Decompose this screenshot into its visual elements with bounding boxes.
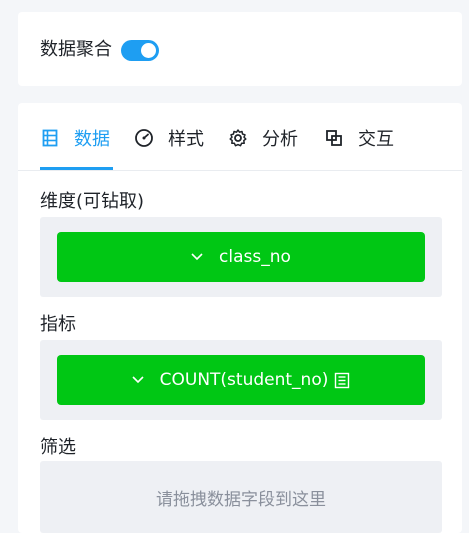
tab-interaction-label: 交互 xyxy=(358,129,394,150)
dimension-dropzone[interactable]: class_no xyxy=(40,217,442,297)
active-tab-indicator xyxy=(40,167,113,170)
dimension-field-name: class_no xyxy=(219,247,291,267)
metric-label: 指标 xyxy=(40,314,76,335)
tab-analysis-label: 分析 xyxy=(262,129,298,150)
aggregation-toggle[interactable] xyxy=(121,40,159,61)
dimension-field-pill[interactable]: class_no xyxy=(57,232,425,282)
tab-style[interactable]: 样式 xyxy=(134,123,204,153)
chevron-down-icon[interactable] xyxy=(132,376,144,384)
filter-placeholder: 请拖拽数据字段到这里 xyxy=(156,489,326,510)
tab-analysis[interactable]: 分析 xyxy=(228,123,298,153)
gear-icon xyxy=(228,128,248,148)
aggregation-label: 数据聚合 xyxy=(40,39,112,60)
dashboard-gauge-icon xyxy=(134,128,154,148)
tab-data[interactable]: 数据 xyxy=(40,123,110,153)
metric-dropzone[interactable]: COUNT(student_no) xyxy=(40,340,442,420)
tab-style-label: 样式 xyxy=(168,129,204,150)
sort-icon[interactable] xyxy=(334,372,350,389)
tab-bar: 数据 样式 分析 交互 xyxy=(18,103,462,171)
metric-field-name: COUNT(student_no) xyxy=(159,370,329,390)
dimension-label: 维度(可钻取) xyxy=(40,191,145,212)
config-panel: 数据 样式 分析 交互 维度(可钻取) class_no 指标 COUNT(st… xyxy=(18,103,462,533)
tab-data-label: 数据 xyxy=(74,129,110,150)
filter-label: 筛选 xyxy=(40,437,76,458)
filter-dropzone[interactable]: 请拖拽数据字段到这里 xyxy=(40,461,442,533)
metric-field-pill[interactable]: COUNT(student_no) xyxy=(57,355,425,405)
aggregation-card: 数据聚合 xyxy=(18,12,462,86)
tab-interaction[interactable]: 交互 xyxy=(324,123,394,153)
toggle-knob xyxy=(141,43,156,58)
data-table-icon xyxy=(40,128,60,148)
overlap-squares-icon xyxy=(324,128,344,148)
chevron-down-icon[interactable] xyxy=(191,253,203,261)
